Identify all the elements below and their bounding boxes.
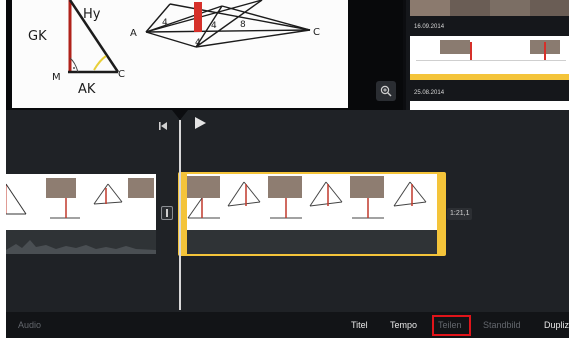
media-strip-top[interactable]	[410, 0, 569, 16]
video-preview[interactable]: Hy GK M C AK A C 4 4 8 4	[12, 0, 348, 108]
clip-frame	[390, 174, 430, 230]
teilen-highlight-box	[432, 315, 471, 336]
label-hyp: Hy	[83, 7, 101, 22]
pyramid-label-4c: 4	[195, 38, 201, 48]
timeline-clip-selected[interactable]	[184, 174, 440, 254]
trim-handle-right[interactable]	[437, 172, 446, 256]
pyramid-label-4b: 4	[211, 21, 217, 31]
clip-frame	[306, 174, 346, 230]
right-angle-dot	[73, 67, 75, 69]
pyramid-drawing	[145, 0, 311, 48]
skip-back-icon	[159, 122, 167, 130]
media-date-label: 25.08.2014	[414, 90, 445, 96]
pyramid-label-a: A	[130, 28, 137, 39]
play-icon	[195, 117, 206, 129]
pyramid-label-8: 8	[240, 20, 246, 30]
viewer: Hy GK M C AK A C 4 4 8 4	[6, 0, 403, 110]
label-m: M	[52, 72, 61, 83]
clip-frame	[266, 174, 306, 230]
transport-controls	[6, 110, 569, 136]
pyramid-label-4a: 4	[162, 18, 168, 28]
clip-duration-label: 1:21,1	[447, 208, 473, 220]
timeline[interactable]: 1:21,1	[6, 110, 569, 312]
pyramid-label-c: C	[313, 27, 320, 38]
label-gk: GK	[28, 29, 47, 44]
clip-frame	[6, 174, 36, 230]
playhead-cap[interactable]	[172, 110, 188, 120]
play-button[interactable]	[193, 116, 207, 135]
clip-frame	[86, 174, 126, 230]
audio-waveform	[184, 230, 440, 254]
duplizieren-button[interactable]: Dupliz	[544, 312, 569, 338]
angle-arc-yellow	[93, 55, 107, 71]
edit-toolbar: Audio Titel Tempo Teilen Standbild Dupli…	[6, 312, 569, 338]
label-c: C	[118, 69, 125, 80]
playhead[interactable]	[179, 120, 181, 310]
clip-frame	[348, 174, 388, 230]
clip-frame	[184, 174, 224, 230]
audio-button[interactable]: Audio	[18, 312, 41, 338]
clip-frame	[44, 174, 84, 230]
media-browser: 16.09.2014 25.08.2014	[406, 0, 569, 110]
skip-to-start-button[interactable]	[158, 118, 168, 136]
titel-button[interactable]: Titel	[351, 312, 368, 338]
timeline-clip[interactable]	[6, 174, 156, 254]
zoom-button[interactable]	[376, 81, 396, 101]
clip-frame	[224, 174, 264, 230]
tempo-button[interactable]: Tempo	[390, 312, 417, 338]
media-strip-16-09[interactable]	[410, 36, 569, 80]
standbild-button[interactable]: Standbild	[483, 312, 521, 338]
media-date-label: 16.09.2014	[414, 24, 445, 30]
audio-waveform	[6, 230, 156, 254]
pyramid-height-marker	[194, 2, 202, 32]
whiteboard-drawing: Hy GK M C AK A C 4 4 8 4	[28, 0, 320, 97]
clip-frame	[124, 174, 156, 230]
magnifier-plus-icon	[380, 85, 392, 97]
media-strip-25-08[interactable]	[410, 101, 569, 110]
label-ak: AK	[78, 82, 96, 97]
video-editor-window: Hy GK M C AK A C 4 4 8 4 16.09.2014 25.0…	[6, 0, 569, 338]
clip-split-marker[interactable]	[161, 206, 173, 220]
